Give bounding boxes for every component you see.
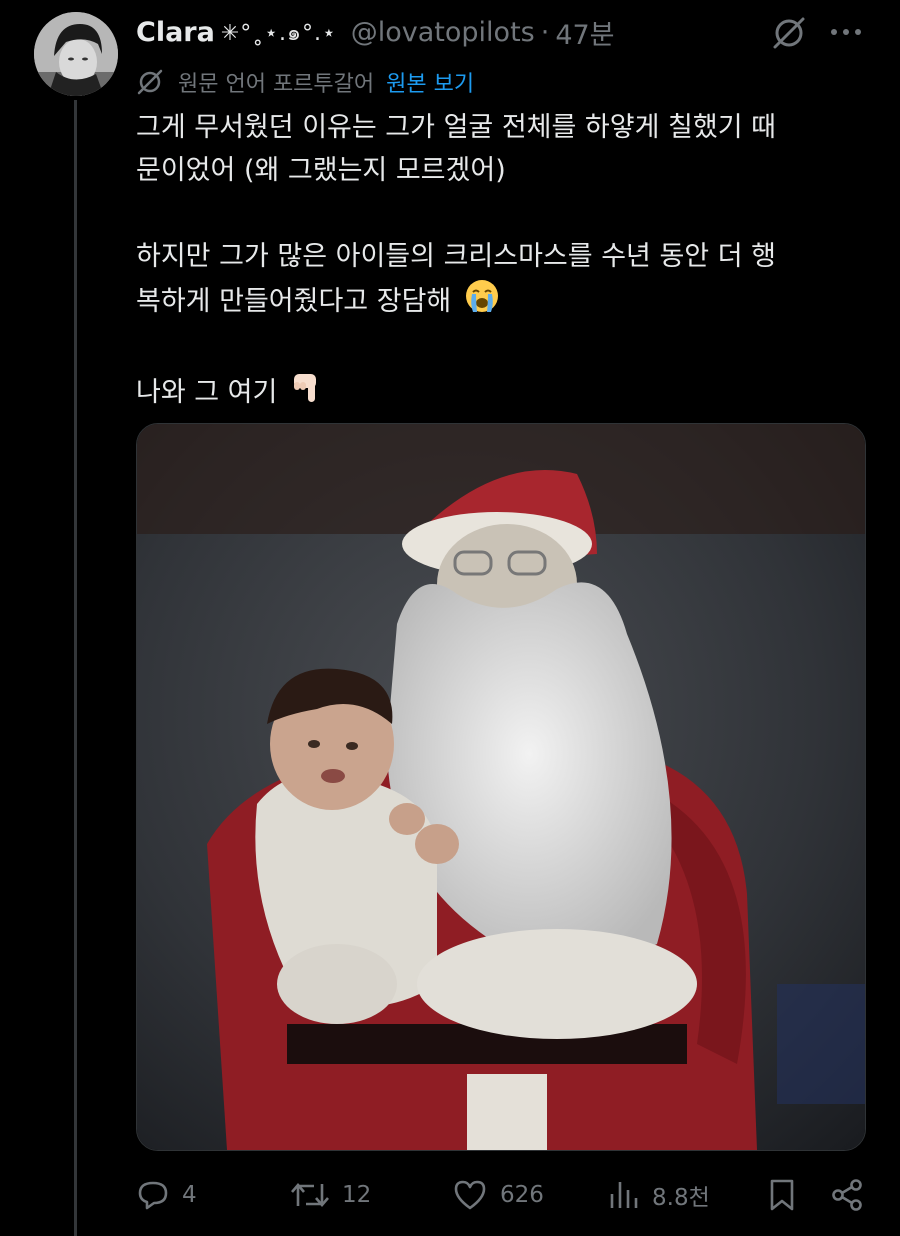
bookmark-icon (770, 1179, 794, 1211)
repost-button[interactable]: 12 (290, 1170, 371, 1220)
timestamp[interactable]: 47분 (555, 13, 614, 52)
show-original-link[interactable]: 원본 보기 (386, 66, 474, 98)
share-button[interactable] (830, 1170, 876, 1220)
bookmark-button[interactable] (768, 1170, 808, 1220)
more-options-icon[interactable] (826, 22, 866, 42)
tweet-photo[interactable] (136, 423, 866, 1151)
pointing-down-emoji-icon (290, 370, 322, 417)
tweet-text-line: 그게 무서웠던 이유는 그가 얼굴 전체를 하얗게 칠했기 때 (136, 112, 776, 143)
reply-icon (138, 1181, 168, 1210)
share-icon (832, 1179, 862, 1211)
thread-line (74, 100, 77, 1236)
tweet-header: Clara ✳°˳⋆.๑°.⋆ @lovatopilots · 47분 (136, 10, 615, 54)
views-button[interactable]: 8.8천 (608, 1170, 710, 1220)
tweet-text-line: 복하게 만들어줬다고 장담해 (136, 286, 452, 317)
like-button[interactable]: 626 (452, 1170, 544, 1220)
repost-count: 12 (342, 1182, 372, 1208)
separator-dot: · (540, 16, 550, 48)
crying-emoji-icon (464, 278, 500, 327)
views-icon (610, 1182, 638, 1208)
author-handle[interactable]: @lovatopilots (351, 17, 535, 48)
tweet-text-line: 나와 그 여기 (136, 377, 278, 408)
translation-label: 원문 언어 포르투갈어 (178, 72, 375, 97)
action-bar: 4 12 626 8.8천 (136, 1170, 866, 1220)
heart-icon (454, 1180, 486, 1210)
reply-count: 4 (182, 1182, 197, 1208)
tweet-text-line: 문이었어 (왜 그랬는지 모르겠어) (136, 155, 506, 186)
reply-button[interactable]: 4 (136, 1170, 197, 1220)
author-name[interactable]: Clara (136, 17, 215, 48)
avatar[interactable] (34, 12, 118, 96)
translation-bar: 원문 언어 포르투갈어 원본 보기 (136, 64, 474, 100)
tweet-text: 그게 무서웠던 이유는 그가 얼굴 전체를 하얗게 칠했기 때 문이었어 (왜 … (136, 106, 856, 417)
repost-icon (291, 1183, 329, 1207)
author-name-decoration: ✳°˳⋆.๑°.⋆ (220, 20, 337, 46)
grok-icon[interactable] (770, 14, 808, 52)
translate-icon (137, 69, 163, 95)
tweet-text-line: 하지만 그가 많은 아이들의 크리스마스를 수년 동안 더 행 (136, 241, 776, 272)
like-count: 626 (500, 1182, 544, 1208)
view-count: 8.8천 (652, 1185, 710, 1211)
